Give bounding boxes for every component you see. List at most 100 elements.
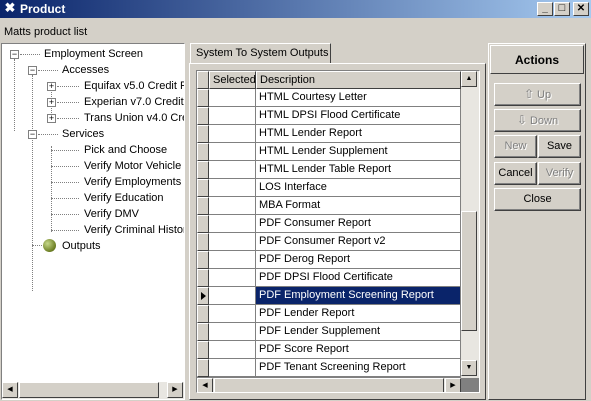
tree-node-verify-education[interactable]: Verify Education (84, 190, 164, 206)
row-indicator[interactable] (197, 107, 209, 125)
row-indicator[interactable] (197, 179, 209, 197)
selected-cell[interactable] (209, 161, 256, 179)
selected-cell[interactable] (209, 251, 256, 269)
row-indicator[interactable] (197, 161, 209, 179)
description-cell[interactable]: LOS Interface (256, 179, 461, 197)
row-indicator[interactable] (197, 197, 209, 215)
row-indicator[interactable] (197, 233, 209, 251)
scroll-left-icon[interactable]: ◀ (2, 382, 18, 398)
description-cell[interactable]: MBA Format (256, 197, 461, 215)
selected-cell[interactable] (209, 179, 256, 197)
row-indicator[interactable] (197, 287, 209, 305)
selected-cell[interactable] (209, 215, 256, 233)
row-indicator[interactable] (197, 341, 209, 359)
table-row[interactable]: PDF Consumer Report (197, 215, 461, 233)
tree-node-verify-motor-vehicle[interactable]: Verify Motor Vehicle F (84, 158, 184, 174)
title-bar[interactable]: ✖ Product _ □ ✕ (0, 0, 591, 18)
grid-hscroll-thumb[interactable] (214, 378, 444, 392)
table-row[interactable]: HTML Courtesy Letter (197, 89, 461, 107)
selected-cell[interactable] (209, 305, 256, 323)
tree-node-services[interactable]: Services (62, 126, 104, 142)
table-row[interactable]: PDF Employment Screening Report (197, 287, 461, 305)
table-row[interactable]: PDF Derog Report (197, 251, 461, 269)
row-indicator[interactable] (197, 89, 209, 107)
table-row[interactable]: PDF Consumer Report v2 (197, 233, 461, 251)
tree-node-employment-screen[interactable]: Employment Screen (44, 46, 143, 62)
tree-node-outputs[interactable]: Outputs (62, 238, 101, 254)
description-cell[interactable]: PDF DPSI Flood Certificate (256, 269, 461, 287)
grid-scroll-left-icon[interactable]: ◀ (197, 378, 213, 392)
cancel-button[interactable]: Cancel (494, 162, 537, 185)
table-row[interactable]: PDF Score Report (197, 341, 461, 359)
row-indicator[interactable] (197, 323, 209, 341)
description-cell[interactable]: PDF Derog Report (256, 251, 461, 269)
description-cell[interactable]: PDF Employment Screening Report (256, 287, 461, 305)
row-indicator[interactable] (197, 143, 209, 161)
table-row[interactable]: PDF Lender Report (197, 305, 461, 323)
collapse-toggle-employment-screen[interactable]: − (10, 50, 19, 59)
table-row[interactable]: HTML DPSI Flood Certificate (197, 107, 461, 125)
selected-cell[interactable] (209, 143, 256, 161)
selected-cell[interactable] (209, 125, 256, 143)
description-cell[interactable]: PDF Lender Report (256, 305, 461, 323)
row-indicator[interactable] (197, 359, 209, 377)
row-indicator[interactable] (197, 215, 209, 233)
product-tree[interactable]: − Employment Screen − Accesses + Equifax… (1, 43, 185, 400)
table-row[interactable]: LOS Interface (197, 179, 461, 197)
new-button[interactable]: New (494, 135, 537, 158)
row-indicator[interactable] (197, 125, 209, 143)
tree-node-verify-employments[interactable]: Verify Employments (84, 174, 181, 190)
column-header-selected[interactable]: Selected (209, 71, 256, 89)
table-row[interactable]: PDF Lender Supplement (197, 323, 461, 341)
grid-horizontal-scrollbar[interactable]: ◀ ▶ (197, 378, 461, 392)
close-button[interactable]: Close (494, 188, 581, 211)
table-row[interactable]: HTML Lender Supplement (197, 143, 461, 161)
grid-scroll-thumb[interactable] (461, 211, 477, 331)
up-button[interactable]: ⇧ Up (494, 83, 581, 106)
tree-node-trans-union[interactable]: Trans Union v4.0 Cre (84, 110, 184, 126)
table-row[interactable]: PDF DPSI Flood Certificate (197, 269, 461, 287)
selected-cell[interactable] (209, 341, 256, 359)
close-window-button[interactable]: ✕ (573, 2, 589, 16)
tree-node-verify-dmv[interactable]: Verify DMV (84, 206, 139, 222)
tree-node-accesses[interactable]: Accesses (62, 62, 109, 78)
tab-system-to-system-outputs[interactable]: System To System Outputs (190, 43, 331, 64)
tree-scroll-thumb[interactable] (19, 382, 159, 398)
grid-scroll-right-icon[interactable]: ▶ (445, 378, 461, 392)
selected-cell[interactable] (209, 359, 256, 377)
column-header-description[interactable]: Description (256, 71, 461, 89)
table-row[interactable]: PDF Tenant Screening Report (197, 359, 461, 377)
save-button[interactable]: Save (538, 135, 581, 158)
row-indicator[interactable] (197, 269, 209, 287)
collapse-toggle-services[interactable]: − (28, 130, 37, 139)
table-row[interactable]: MBA Format (197, 197, 461, 215)
table-row[interactable]: HTML Lender Report (197, 125, 461, 143)
description-cell[interactable]: HTML Lender Table Report (256, 161, 461, 179)
selected-cell[interactable] (209, 233, 256, 251)
maximize-button[interactable]: □ (554, 2, 570, 16)
down-button[interactable]: ⇩ Down (494, 109, 581, 132)
tree-node-verify-criminal-history[interactable]: Verify Criminal History (84, 222, 184, 238)
selected-cell[interactable] (209, 107, 256, 125)
selected-cell[interactable] (209, 323, 256, 341)
description-cell[interactable]: HTML Lender Supplement (256, 143, 461, 161)
verify-button[interactable]: Verify (538, 162, 581, 185)
expand-toggle-equifax[interactable]: + (47, 82, 56, 91)
tree-horizontal-scrollbar[interactable]: ◀ ▶ (2, 382, 184, 399)
grid-vertical-scrollbar[interactable]: ▲ ▼ (461, 71, 479, 378)
selected-cell[interactable] (209, 197, 256, 215)
scroll-up-icon[interactable]: ▲ (461, 71, 477, 87)
description-cell[interactable]: PDF Consumer Report (256, 215, 461, 233)
selected-cell[interactable] (209, 269, 256, 287)
scroll-right-icon[interactable]: ▶ (167, 382, 183, 398)
collapse-toggle-accesses[interactable]: − (28, 66, 37, 75)
tree-node-experian[interactable]: Experian v7.0 Credit R (84, 94, 184, 110)
selected-cell[interactable] (209, 89, 256, 107)
tree-node-equifax[interactable]: Equifax v5.0 Credit Re (84, 78, 184, 94)
description-cell[interactable]: PDF Consumer Report v2 (256, 233, 461, 251)
selected-cell[interactable] (209, 287, 256, 305)
description-cell[interactable]: PDF Score Report (256, 341, 461, 359)
outputs-grid[interactable]: Selected Description HTML Courtesy Lette… (196, 70, 480, 393)
description-cell[interactable]: PDF Tenant Screening Report (256, 359, 461, 377)
row-indicator[interactable] (197, 251, 209, 269)
